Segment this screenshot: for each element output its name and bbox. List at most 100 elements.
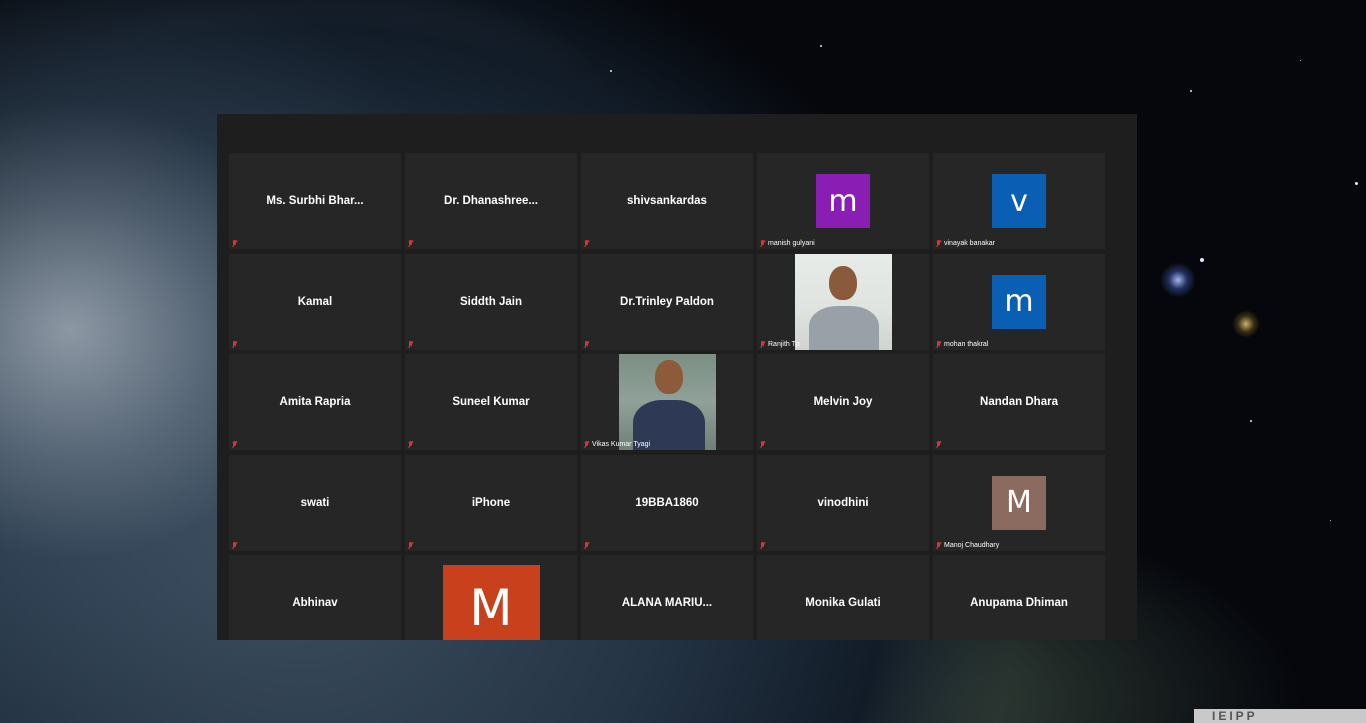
participant-tile[interactable]: Monika Gulati [757, 555, 929, 640]
mic-muted-icon [232, 340, 238, 348]
participant-avatar: m [816, 174, 870, 228]
meeting-window: Ms. Surbhi Bhar... Dr. Dhanashree... shivs… [217, 114, 1137, 640]
mute-indicator [232, 340, 238, 348]
participant-name: Ms. Surbhi Bhar... [266, 195, 364, 207]
participant-tile[interactable]: iPhone [405, 454, 577, 551]
participant-tile[interactable]: m manish gulyani [757, 153, 929, 249]
participant-tile[interactable]: ALANA MARIU... [581, 555, 753, 640]
star [1190, 90, 1192, 92]
mic-muted-icon [584, 541, 590, 549]
participant-tile[interactable]: M [405, 555, 577, 640]
participant-name: Dr. Dhanashree... [444, 195, 538, 207]
participant-tile[interactable]: Amita Rapria [229, 354, 401, 450]
participant-name: Suneel Kumar [452, 396, 530, 408]
participant-tile[interactable]: Vikas Kumar Tyagi [581, 354, 753, 450]
mute-indicator [584, 340, 590, 348]
participant-tile[interactable]: m mohan thakral [933, 253, 1105, 350]
participant-tile[interactable]: 19BBA1860 [581, 454, 753, 551]
participant-label: Vikas Kumar Tyagi [592, 441, 651, 448]
corner-logo: IEIPP [1194, 709, 1366, 723]
star [1355, 182, 1358, 185]
participant-tile[interactable]: Ranjith Tp [757, 253, 929, 350]
star [1300, 60, 1301, 61]
participant-name: swati [300, 496, 330, 509]
mic-muted-icon [232, 240, 238, 247]
bright-star [1232, 310, 1260, 338]
participant-tile[interactable]: Kamal [229, 253, 401, 350]
participant-tile[interactable]: Nandan Dhara [933, 354, 1105, 450]
mute-indicator [408, 441, 414, 448]
participant-avatar: m [992, 274, 1046, 329]
participant-tile[interactable]: Siddth Jain [405, 253, 577, 350]
mute-indicator [232, 441, 238, 448]
participant-label: manish gulyani [768, 240, 815, 247]
mute-indicator: vinayak banakar [936, 240, 995, 247]
participant-tile[interactable]: Dr. Dhanashree... [405, 153, 577, 249]
person-body [808, 305, 879, 350]
mic-muted-icon [936, 541, 942, 549]
participant-name: Melvin Joy [813, 396, 873, 408]
participant-name: Abhinav [292, 597, 338, 609]
participant-tile[interactable]: v vinayak banakar [933, 153, 1105, 249]
star [820, 45, 822, 47]
mute-indicator [232, 240, 238, 247]
participant-tile[interactable]: Ms. Surbhi Bhar... [229, 153, 401, 249]
mic-muted-icon [760, 240, 766, 247]
participant-grid: Ms. Surbhi Bhar... Dr. Dhanashree... shivs… [229, 153, 1105, 640]
participant-name: Dr.Trinley Paldon [620, 295, 714, 308]
mic-muted-icon [936, 340, 942, 348]
mic-muted-icon [936, 240, 942, 247]
mute-indicator: Vikas Kumar Tyagi [584, 441, 650, 448]
mute-indicator [408, 240, 414, 247]
participant-name: Kamal [297, 295, 333, 308]
participant-name: Anupama Dhiman [970, 597, 1068, 609]
participant-name: vinodhini [817, 496, 869, 509]
mute-indicator: mohan thakral [936, 340, 989, 348]
participant-tile[interactable]: shivsankardas [581, 153, 753, 249]
mute-indicator [232, 541, 238, 549]
person-head [828, 265, 857, 300]
participant-name: Amita Rapria [279, 396, 351, 408]
mute-indicator [584, 240, 590, 247]
participant-tile[interactable]: swati [229, 454, 401, 551]
participant-tile[interactable]: Dr.Trinley Paldon [581, 253, 753, 350]
participant-tile[interactable]: Suneel Kumar [405, 354, 577, 450]
mute-indicator [408, 340, 414, 348]
participant-name: ALANA MARIU... [621, 597, 713, 609]
participant-label: Ranjith Tp [768, 340, 800, 348]
participant-tile[interactable]: Anupama Dhiman [933, 555, 1105, 640]
mute-indicator [760, 541, 766, 549]
mic-muted-icon [760, 541, 766, 549]
mic-muted-icon [408, 240, 414, 247]
participant-name: 19BBA1860 [635, 496, 699, 509]
participant-name: Nandan Dhara [980, 396, 1058, 408]
participant-name: Monika Gulati [805, 597, 881, 609]
star [1250, 420, 1252, 422]
participant-name: shivsankardas [627, 195, 707, 207]
person-head [654, 360, 683, 394]
participant-label: mohan thakral [944, 340, 989, 348]
mute-indicator: Manoj Chaudhary [936, 541, 999, 549]
mic-muted-icon [760, 340, 766, 348]
mic-muted-icon [584, 340, 590, 348]
mute-indicator: Ranjith Tp [760, 340, 800, 348]
mute-indicator [408, 541, 414, 549]
participant-tile[interactable]: Melvin Joy [757, 354, 929, 450]
participant-tile[interactable]: M Manoj Chaudhary [933, 454, 1105, 551]
mute-indicator [760, 441, 766, 448]
participant-tile[interactable]: Abhinav [229, 555, 401, 640]
participant-label: vinayak banakar [944, 240, 995, 247]
mic-muted-icon [584, 240, 590, 247]
mic-muted-icon [232, 541, 238, 549]
mic-muted-icon [584, 441, 590, 448]
mic-muted-icon [408, 441, 414, 448]
mute-indicator [584, 541, 590, 549]
participant-tile[interactable]: vinodhini [757, 454, 929, 551]
bright-star [1160, 262, 1196, 298]
participant-name: Siddth Jain [460, 295, 522, 308]
mic-muted-icon [408, 541, 414, 549]
participant-video [618, 354, 716, 450]
mic-muted-icon [936, 441, 942, 448]
participant-avatar: M [992, 475, 1046, 530]
mic-muted-icon [232, 441, 238, 448]
